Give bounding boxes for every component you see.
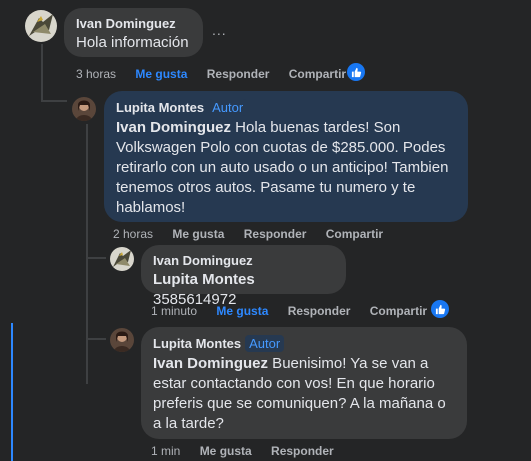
thread-line: [41, 44, 43, 102]
thread-connector: [86, 257, 106, 259]
comment-timestamp[interactable]: 1 min: [151, 444, 180, 458]
comment-actions: 2 horas Me gusta Responder Compartir: [113, 227, 399, 241]
like-button[interactable]: Me gusta: [172, 227, 224, 241]
comment-timestamp[interactable]: 1 minuto: [151, 304, 197, 318]
thread-connector: [86, 338, 106, 340]
comment-timestamp[interactable]: 3 horas: [76, 67, 116, 81]
share-button[interactable]: Compartir: [289, 67, 346, 81]
like-button[interactable]: Me gusta: [200, 444, 252, 458]
reply-button[interactable]: Responder: [271, 444, 334, 458]
comment-bubble: Ivan Dominguez Hola información: [64, 8, 203, 57]
thread-connector: [41, 100, 67, 102]
comment-text: Hola información: [76, 34, 189, 51]
like-button[interactable]: Me gusta: [135, 67, 187, 81]
focus-indicator: [11, 323, 13, 461]
avatar[interactable]: [110, 328, 134, 352]
comment-actions: 1 min Me gusta Responder: [151, 444, 350, 458]
mention-link[interactable]: Ivan Dominguez: [116, 119, 231, 136]
comment-author[interactable]: Lupita Montes: [116, 100, 204, 115]
like-reaction-icon[interactable]: [431, 300, 449, 318]
comment-bubble: Lupita Montes Autor Ivan Dominguez Bueni…: [141, 327, 467, 439]
author-badge: Autor: [245, 335, 285, 352]
reply-button[interactable]: Responder: [244, 227, 307, 241]
like-reaction-icon[interactable]: [347, 63, 365, 81]
mention-link[interactable]: Ivan Dominguez: [153, 355, 268, 372]
reply-button[interactable]: Responder: [207, 67, 270, 81]
comment-timestamp[interactable]: 2 horas: [113, 227, 153, 241]
share-button[interactable]: Compartir: [326, 227, 383, 241]
comment-author[interactable]: Lupita Montes: [153, 336, 241, 351]
more-options-button[interactable]: ...: [212, 22, 227, 38]
like-button[interactable]: Me gusta: [216, 304, 268, 318]
comment-text: Ivan Dominguez Hola buenas tardes! Son V…: [116, 118, 456, 218]
avatar[interactable]: [72, 97, 96, 121]
comment-bubble: Ivan Dominguez Lupita Montes 3585614972: [141, 245, 346, 308]
share-button[interactable]: Compartir: [370, 304, 427, 318]
comment-text: Ivan Dominguez Buenisimo! Ya se van a es…: [153, 354, 455, 434]
mention-link[interactable]: Lupita Montes: [153, 271, 255, 288]
thread-line: [86, 124, 88, 384]
avatar[interactable]: [110, 247, 134, 271]
comment-bubble: Lupita Montes Autor Ivan Dominguez Hola …: [104, 91, 468, 222]
comment-actions: 3 horas Me gusta Responder Compartir: [76, 67, 362, 81]
reply-button[interactable]: Responder: [288, 304, 351, 318]
comment-author[interactable]: Ivan Dominguez: [153, 253, 334, 268]
author-badge: Autor: [208, 99, 248, 116]
comment-author[interactable]: Ivan Dominguez: [76, 16, 191, 31]
comment-actions: 1 minuto Me gusta Responder Compartir: [151, 304, 443, 318]
avatar[interactable]: [25, 10, 57, 42]
